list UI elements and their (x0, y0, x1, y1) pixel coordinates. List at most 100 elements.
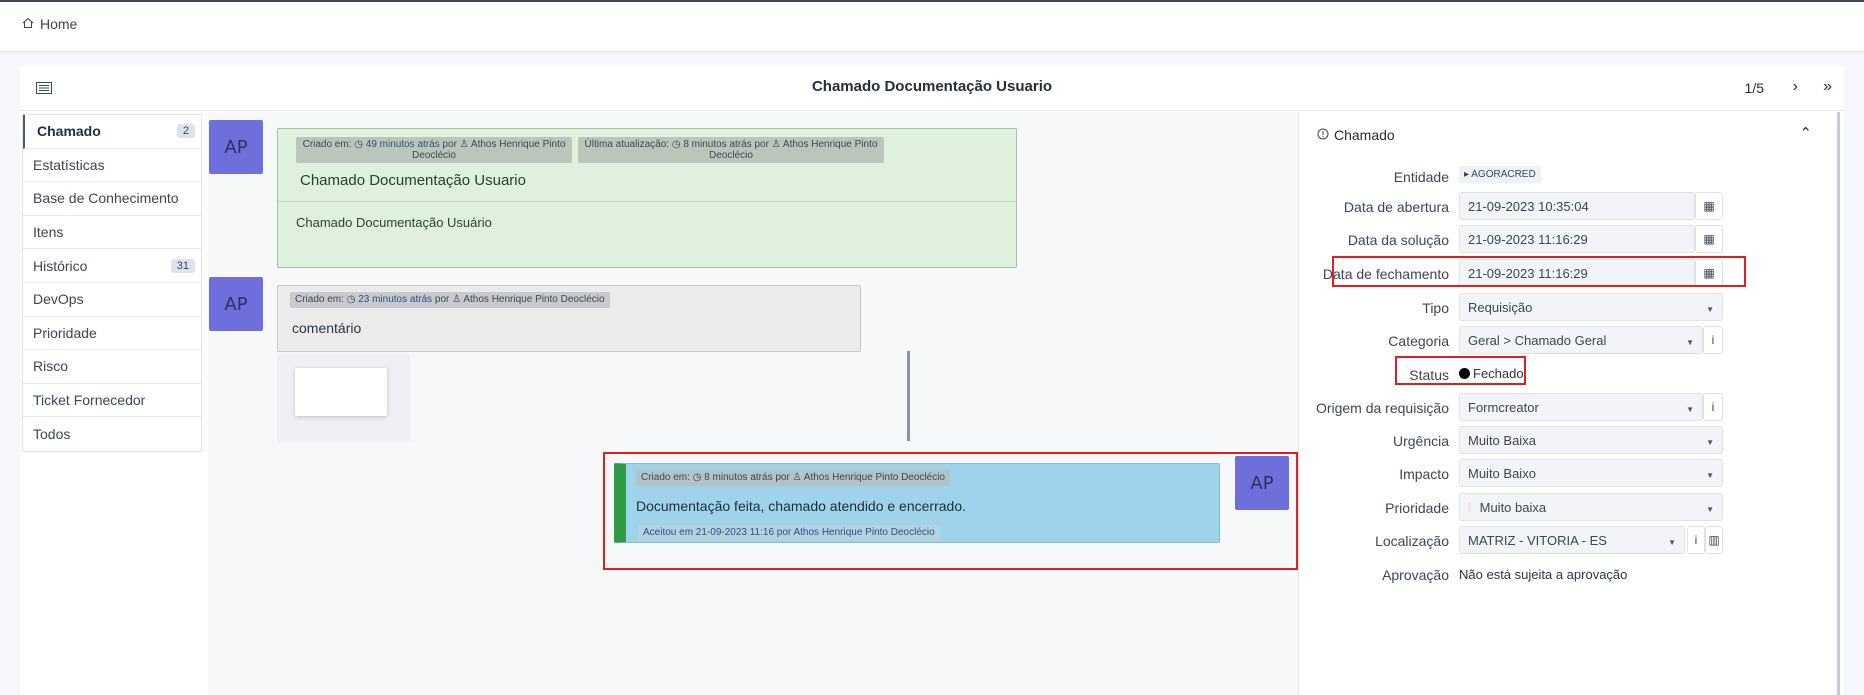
count-badge: 2 (176, 124, 195, 139)
info-icon[interactable]: i (1687, 526, 1705, 554)
nav-label: DevOps (33, 291, 84, 308)
field-label: Impacto (1399, 466, 1449, 482)
field-abertura: Data de abertura 21-09-2023 10:35:04 ▦ (1299, 192, 1845, 222)
field-label: Origem da requisição (1315, 400, 1449, 416)
entity-badge[interactable]: ▸ AGORACRED (1459, 166, 1541, 183)
priority-color-swatch (1468, 502, 1471, 512)
date-abertura-input[interactable]: 21-09-2023 10:35:04 (1459, 192, 1695, 220)
highlight-box (1332, 256, 1746, 287)
highlight-box (603, 452, 1298, 570)
divider (278, 201, 1016, 202)
thumbnail-preview (295, 368, 387, 416)
nav-item-estatisticas[interactable]: Estatísticas (23, 149, 201, 183)
pager-count: 1/5 (1744, 80, 1764, 96)
field-solucao: Data da solução 21-09-2023 11:16:29 ▦ (1299, 225, 1845, 255)
created-chip: Criado em: ◷ 49 minutos atrás por ♙ Atho… (296, 137, 572, 163)
field-label: Data de abertura (1343, 199, 1449, 215)
aprovacao-value: Não está sujeita a aprovação (1459, 567, 1628, 582)
urgencia-select[interactable]: Muito Baixa ▼ (1459, 426, 1723, 454)
attachment-thumbnail[interactable] (277, 354, 410, 442)
updated-by: por (754, 139, 769, 150)
categoria-select[interactable]: Geral > Chamado Geral ▼ (1459, 326, 1703, 354)
section-header[interactable]: Chamado (1317, 127, 1395, 143)
nav-label: Prioridade (33, 324, 97, 341)
select-value: Muito baixa (1479, 500, 1547, 515)
select-value: Muito Baixo (1468, 466, 1536, 481)
created-by: por (434, 294, 450, 305)
map-icon[interactable]: ▥ (1705, 526, 1723, 554)
field-origem: Origem da requisição Formcreator ▼ i (1299, 393, 1845, 423)
created-chip: Criado em: ◷ 23 minutos atrás por ♙ Atho… (290, 292, 610, 308)
origem-select[interactable]: Formcreator ▼ (1459, 393, 1703, 421)
nav-item-devops[interactable]: DevOps (23, 283, 201, 317)
impacto-select[interactable]: Muito Baixo ▼ (1459, 459, 1723, 487)
entity-value: AGORACRED (1471, 169, 1536, 180)
chevron-down-icon: ▼ (1706, 305, 1714, 314)
count-badge: 31 (170, 258, 195, 273)
nav-label: Ticket Fornecedor (33, 392, 146, 409)
ticket-header: Chamado Documentação Usuario 1/5 › » (20, 66, 1844, 111)
nav-label: Base de Conhecimento (33, 190, 179, 207)
info-icon[interactable]: i (1703, 393, 1723, 421)
calendar-icon[interactable]: ▦ (1695, 225, 1723, 253)
created-prefix: Criado em: (295, 294, 344, 305)
prioridade-select[interactable]: Muito baixa ▼ (1459, 493, 1723, 521)
home-label: Home (40, 16, 78, 32)
home-link[interactable]: Home (22, 16, 77, 32)
field-label: Aprovação (1382, 567, 1449, 583)
chevron-up-icon[interactable]: ⌃ (1799, 124, 1812, 142)
nav-label: Histórico (33, 257, 88, 274)
chevron-down-icon: ▼ (1706, 438, 1714, 447)
created-by: por (442, 139, 457, 150)
nav-item-prioridade[interactable]: Prioridade (23, 317, 201, 351)
ticket-details-panel: Chamado ⌃ Entidade ▸ AGORACRED Data de a… (1298, 112, 1844, 695)
updated-chip: Última atualização: ◷ 8 minutos atrás po… (578, 137, 884, 163)
date-solucao-input[interactable]: 21-09-2023 11:16:29 (1459, 225, 1695, 253)
field-tipo: Tipo Requisição ▼ (1299, 293, 1845, 323)
field-label: Urgência (1392, 433, 1449, 449)
field-label: Prioridade (1385, 500, 1449, 516)
ticket-title: Chamado Documentação Usuario (300, 172, 526, 189)
created-time: 49 minutos atrás (365, 139, 440, 150)
comment-connector (907, 351, 910, 441)
localizacao-select[interactable]: MATRIZ - VITORIA - ES ▼ (1459, 526, 1685, 554)
tipo-select[interactable]: Requisição ▼ (1459, 293, 1723, 321)
select-value: Geral > Chamado Geral (1468, 333, 1607, 348)
section-title: Chamado (1334, 127, 1395, 143)
chevron-down-icon: ▼ (1668, 538, 1676, 547)
comment-item: Criado em: ◷ 23 minutos atrás por ♙ Atho… (277, 285, 861, 352)
info-icon (1317, 127, 1329, 143)
updated-prefix: Última atualização: (584, 139, 670, 150)
ticket-nav: Chamado 2 Estatísticas Base de Conhecime… (22, 114, 202, 452)
nav-label: Risco (33, 358, 69, 375)
nav-item-risco[interactable]: Risco (23, 350, 201, 384)
nav-item-chamado[interactable]: Chamado 2 (23, 115, 201, 149)
ticket-main: Chamado Documentação Usuario 1/5 › » Cha… (20, 66, 1844, 695)
nav-item-ticket-fornecedor[interactable]: Ticket Fornecedor (23, 384, 201, 418)
nav-item-itens[interactable]: Itens (23, 216, 201, 250)
chevron-down-icon: ▼ (1706, 471, 1714, 480)
user-icon: ♙ (771, 139, 781, 150)
nav-item-base-conhecimento[interactable]: Base de Conhecimento (23, 182, 201, 216)
nav-item-historico[interactable]: Histórico 31 (23, 249, 201, 283)
nav-item-todos[interactable]: Todos (23, 417, 201, 451)
comment-body: comentário (292, 320, 362, 336)
avatar: AP (209, 120, 263, 174)
info-icon[interactable]: i (1703, 326, 1723, 354)
select-value: Formcreator (1468, 400, 1539, 415)
ticket-body: Chamado Documentação Usuário (296, 215, 492, 230)
chevron-down-icon: ▼ (1686, 405, 1694, 414)
user-icon: ♙ (459, 139, 469, 150)
next-page-icon[interactable]: › (1793, 78, 1798, 96)
clock-icon: ◷ (671, 139, 681, 150)
calendar-icon[interactable]: ▦ (1695, 192, 1723, 220)
ticket-description: Criado em: ◷ 49 minutos atrás por ♙ Atho… (277, 128, 1017, 268)
last-page-icon[interactable]: » (1823, 78, 1832, 96)
nav-label: Estatísticas (33, 156, 105, 173)
user-icon: ♙ (452, 294, 462, 305)
created-time: 23 minutos atrás (358, 294, 433, 305)
field-impacto: Impacto Muito Baixo ▼ (1299, 459, 1845, 489)
select-value: MATRIZ - VITORIA - ES (1468, 533, 1607, 548)
clock-icon: ◷ (354, 139, 363, 150)
field-label: Data da solução (1347, 232, 1449, 248)
